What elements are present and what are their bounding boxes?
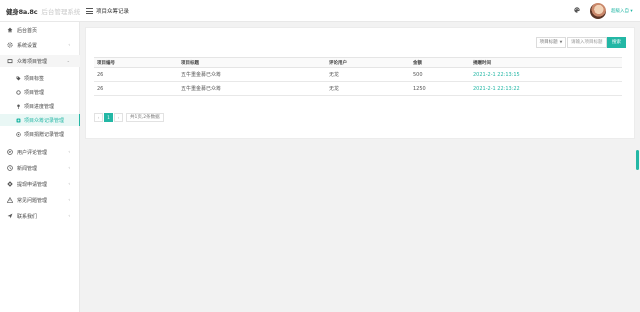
app-logo[interactable]: 健身8a.8c 后台管理系统 <box>6 6 80 16</box>
column-header-amount[interactable]: 金额 <box>410 57 470 68</box>
circle-icon <box>16 89 21 95</box>
column-header-project-title[interactable]: 项目标题 <box>178 57 326 68</box>
search-button[interactable]: 搜索 <box>607 36 626 48</box>
sidebar-item-system-settings[interactable]: 系统设置 ‹ <box>0 39 80 51</box>
pin-icon <box>16 104 21 109</box>
sidebar-sub-item-donation-records[interactable]: 项目捐赠记录管理 <box>0 128 80 140</box>
cell-user: 无龙 <box>326 81 410 96</box>
comment-icon <box>7 149 13 155</box>
sidebar-item-label: 系统设置 <box>17 42 38 49</box>
tag-icon <box>16 76 21 81</box>
cell-project-id: 26 <box>94 67 178 82</box>
chevron-left-icon: ‹ <box>68 149 70 154</box>
record-icon <box>16 118 21 123</box>
sidebar-item-label: 项目进度管理 <box>24 103 55 110</box>
app-subtitle: 后台管理系统 <box>41 8 81 16</box>
caret-down-icon: ▼ <box>559 40 563 44</box>
select-value: 项目标题 <box>539 40 558 45</box>
search-field-select[interactable]: 项目标题 ▼ <box>536 36 566 48</box>
chevron-left-icon: ‹ <box>68 165 70 170</box>
cell-project-id: 26 <box>94 81 178 96</box>
sidebar: 后台首页 系统设置 ‹ 众筹项目管理 ⌄ 项目标签 项目管理 项目进度管理 项目… <box>0 22 80 312</box>
sidebar-item-label: 项目标签 <box>24 75 45 82</box>
menu-toggle-icon[interactable] <box>86 8 93 14</box>
palette-icon[interactable] <box>574 7 580 13</box>
sidebar-item-news[interactable]: 新闻管理 ‹ <box>0 162 80 174</box>
pagination-summary: 共1页,2条数据 <box>126 112 164 122</box>
column-header-project-id[interactable]: 项目编号 <box>94 57 178 68</box>
table-row[interactable]: 26 五牛重金募已众筹 无龙 500 2021-2-1 22:13:15 <box>94 67 622 82</box>
prev-page-button[interactable]: ‹ <box>94 112 103 122</box>
sidebar-item-label: 新闻管理 <box>17 165 38 172</box>
search-input[interactable] <box>567 36 607 48</box>
sidebar-item-label: 众筹项目管理 <box>17 58 48 65</box>
chevron-left-icon: ‹ <box>68 42 70 47</box>
page-button-current[interactable]: 1 <box>104 112 113 122</box>
pagination: ‹ 1 › 共1页,2条数据 <box>94 112 164 122</box>
chevron-left-icon: ‹ <box>68 197 70 202</box>
chevron-left-icon: ‹ <box>68 181 70 186</box>
cell-project-title: 五牛重金募已众筹 <box>178 67 326 82</box>
next-page-button[interactable]: › <box>114 112 123 122</box>
breadcrumb: 项目众筹记录 <box>96 9 130 15</box>
sidebar-item-label: 项目捐赠记录管理 <box>24 131 65 138</box>
column-header-user[interactable]: 评论用户 <box>326 57 410 68</box>
sidebar-item-contact[interactable]: 联系我们 ‹ <box>0 210 80 222</box>
sidebar-item-label: 项目众筹记录管理 <box>24 117 65 124</box>
cell-time: 2021-2-1 22:13:22 <box>470 81 622 96</box>
cell-user: 无龙 <box>326 67 410 82</box>
logo-text: 健身8a.8c <box>6 8 38 16</box>
table-row[interactable]: 26 五牛重金募已众筹 无龙 1250 2021-2-1 22:13:22 <box>94 81 622 96</box>
news-icon <box>7 165 13 171</box>
user-menu[interactable]: 超級入自 ▾ <box>611 8 633 14</box>
top-bar: 健身8a.8c 后台管理系统 项目众筹记录 超級入自 ▾ <box>0 0 640 22</box>
sidebar-sub-item-project-tags[interactable]: 项目标签 <box>0 72 80 84</box>
sidebar-item-comments[interactable]: 用户评论管理 ‹ <box>0 146 80 158</box>
records-table: 项目编号 项目标题 评论用户 金额 捐赠时间 26 五牛重金募已众筹 无龙 50… <box>94 57 622 96</box>
sidebar-sub-item-project-manage[interactable]: 项目管理 <box>0 86 80 98</box>
gear-icon <box>7 42 13 48</box>
warning-icon <box>7 197 13 203</box>
folder-icon <box>7 58 13 64</box>
cell-amount: 1250 <box>410 81 470 96</box>
records-panel: 项目标题 ▼ 搜索 项目编号 项目标题 评论用户 金额 捐赠时间 26 五牛重金… <box>85 27 635 139</box>
sidebar-item-home[interactable]: 后台首页 <box>0 24 80 36</box>
chevron-left-icon: ‹ <box>68 213 70 218</box>
filter-bar: 项目标题 ▼ 搜索 <box>536 36 626 48</box>
contact-icon <box>7 213 13 219</box>
scrollbar-handle[interactable] <box>636 150 639 170</box>
table-header-row: 项目编号 项目标题 评论用户 金额 捐赠时间 <box>94 57 622 68</box>
settings-icon <box>7 181 13 187</box>
sidebar-item-label: 后台首页 <box>17 27 38 34</box>
cell-project-title: 五牛重金募已众筹 <box>178 81 326 96</box>
sidebar-sub-item-crowdfunding-records[interactable]: 项目众筹记录管理 <box>0 114 80 126</box>
cell-amount: 500 <box>410 67 470 82</box>
avatar[interactable] <box>590 3 606 19</box>
column-header-time[interactable]: 捐赠时间 <box>470 57 622 68</box>
sidebar-sub-item-project-progress[interactable]: 项目进度管理 <box>0 100 80 112</box>
sidebar-item-withdrawals[interactable]: 提现申请管理 ‹ <box>0 178 80 190</box>
sidebar-item-label: 用户评论管理 <box>17 149 48 156</box>
home-icon <box>7 27 13 33</box>
sidebar-item-label: 项目管理 <box>24 89 45 96</box>
sidebar-item-label: 常见问题管理 <box>17 197 48 204</box>
cell-time: 2021-2-1 22:13:15 <box>470 67 622 82</box>
sidebar-item-label: 提现申请管理 <box>17 181 48 188</box>
chevron-down-icon: ⌄ <box>66 58 70 63</box>
sidebar-item-label: 联系我们 <box>17 213 38 220</box>
donate-icon <box>16 131 21 137</box>
sidebar-item-crowdfunding[interactable]: 众筹项目管理 ⌄ <box>0 55 80 67</box>
sidebar-item-faq[interactable]: 常见问题管理 ‹ <box>0 194 80 206</box>
